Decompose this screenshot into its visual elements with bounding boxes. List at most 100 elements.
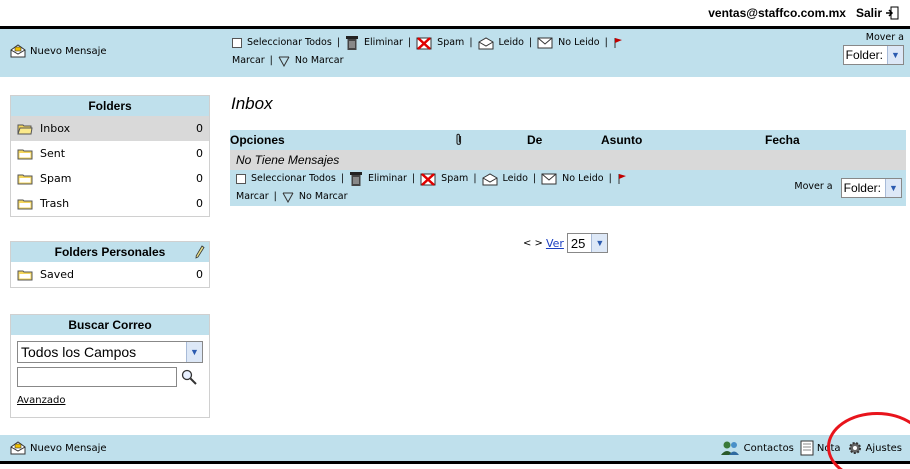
contacts-icon	[720, 441, 739, 455]
select-all-label[interactable]: Seleccionar Todos	[247, 34, 332, 52]
select-all-checkbox[interactable]	[232, 38, 242, 48]
mark-button[interactable]: Marcar	[236, 188, 269, 206]
unread-envelope-icon[interactable]	[541, 173, 557, 185]
view-link[interactable]: Ver	[546, 237, 564, 250]
spam-button[interactable]: Spam	[441, 170, 468, 188]
trash-icon[interactable]	[345, 35, 359, 51]
folder-count: 0	[196, 122, 203, 135]
search-icon[interactable]	[181, 369, 197, 385]
folder-count: 0	[196, 147, 203, 160]
select-all-checkbox[interactable]	[236, 174, 246, 184]
column-options: Opciones	[230, 133, 285, 147]
folder-icon	[17, 199, 33, 209]
folder-icon	[17, 174, 33, 184]
spam-icon[interactable]	[416, 36, 432, 51]
pencil-icon[interactable]	[195, 245, 205, 259]
delete-button[interactable]: Eliminar	[368, 170, 407, 188]
attachment-icon[interactable]	[455, 133, 463, 147]
folders-title: Folders	[11, 96, 209, 116]
bottom-toolbar: Nuevo Mensaje Contactos Nota Ajustes	[0, 435, 910, 461]
move-to-label: Mover a	[794, 181, 833, 192]
search-panel: Buscar Correo Todos los Campos ▼ Avanzad…	[10, 314, 210, 418]
folder-name: Trash	[40, 197, 70, 210]
personal-folders-header: Folders Personales	[11, 242, 209, 262]
personal-folders-title: Folders Personales	[54, 245, 166, 259]
read-button[interactable]: Leido	[503, 170, 528, 188]
column-subject[interactable]: Asunto	[601, 133, 642, 147]
separator: |	[469, 37, 473, 48]
separator: |	[340, 173, 345, 184]
flag-icon[interactable]	[613, 37, 623, 49]
pagination: < > Ver 25 ▼	[523, 233, 609, 253]
read-button[interactable]: Leido	[499, 34, 524, 52]
folder-count: 0	[196, 172, 203, 185]
unmark-button[interactable]: No Marcar	[299, 188, 348, 206]
new-message-label: Nuevo Mensaje	[30, 45, 107, 57]
logout-link[interactable]: Salir	[856, 6, 900, 20]
message-actions: Seleccionar Todos | Eliminar | Spam | Le…	[232, 34, 623, 70]
unflag-icon[interactable]	[282, 192, 294, 203]
per-page-value: 25	[570, 235, 586, 251]
new-message-label: Nuevo Mensaje	[30, 442, 107, 454]
separator: |	[336, 37, 341, 48]
search-input[interactable]	[17, 367, 177, 387]
separator: |	[532, 173, 537, 184]
per-page-select[interactable]: 25 ▼	[566, 233, 609, 253]
bottom-message-actions: Seleccionar Todos | Eliminar | Spam | Le…	[230, 170, 906, 206]
folder-name: Spam	[40, 172, 72, 185]
folder-item-sent[interactable]: Sent 0	[11, 141, 209, 166]
top-toolbar: Nuevo Mensaje Seleccionar Todos | Elimin…	[0, 29, 910, 77]
contacts-label: Contactos	[743, 442, 794, 454]
separator: |	[411, 173, 416, 184]
folder-icon	[17, 270, 33, 280]
compose-icon	[10, 441, 26, 455]
folder-select-value: Folder:	[845, 48, 883, 62]
folder-select-value: Folder:	[843, 181, 881, 195]
spam-icon[interactable]	[420, 172, 436, 187]
folder-name: Inbox	[40, 122, 71, 135]
column-date[interactable]: Fecha	[765, 133, 800, 147]
new-message-button-bottom[interactable]: Nuevo Mensaje	[10, 441, 107, 455]
folder-count: 0	[196, 268, 203, 281]
read-envelope-icon[interactable]	[482, 172, 498, 186]
advanced-search-link[interactable]: Avanzado	[17, 395, 203, 406]
user-email: ventas@staffco.com.mx	[708, 6, 846, 20]
separator: |	[528, 37, 533, 48]
folder-item-spam[interactable]: Spam 0	[11, 166, 209, 191]
user-header: ventas@staffco.com.mx Salir	[708, 6, 900, 20]
unflag-icon[interactable]	[278, 56, 290, 67]
unmark-button[interactable]: No Marcar	[295, 52, 344, 70]
delete-button[interactable]: Eliminar	[364, 34, 403, 52]
select-all-label[interactable]: Seleccionar Todos	[251, 170, 336, 188]
chevron-down-icon: ▼	[887, 46, 903, 64]
message-table: Opciones De Asunto Fecha No Tiene Mensaj…	[230, 130, 906, 206]
table-header: Opciones De Asunto Fecha	[230, 130, 906, 150]
folder-select[interactable]: Folder: ▼	[842, 45, 904, 65]
page-title: Inbox	[231, 94, 273, 113]
page-nav-arrows[interactable]: < >	[523, 238, 543, 249]
flag-icon[interactable]	[617, 173, 627, 185]
open-folder-icon	[17, 124, 33, 134]
folder-item-inbox[interactable]: Inbox 0	[11, 116, 209, 141]
search-field-select[interactable]: Todos los Campos ▼	[17, 341, 203, 363]
unread-button[interactable]: No Leido	[562, 170, 603, 188]
folder-select[interactable]: Folder: ▼	[840, 178, 902, 198]
separator: |	[407, 37, 412, 48]
read-envelope-icon[interactable]	[478, 36, 494, 50]
note-icon	[800, 440, 814, 456]
folder-icon	[17, 149, 33, 159]
contacts-button[interactable]: Contactos	[719, 440, 794, 456]
search-title: Buscar Correo	[11, 315, 209, 335]
unread-envelope-icon[interactable]	[537, 37, 553, 49]
new-message-button[interactable]: Nuevo Mensaje	[10, 44, 107, 58]
folder-name: Sent	[40, 147, 66, 160]
mark-button[interactable]: Marcar	[232, 52, 265, 70]
folder-item-saved[interactable]: Saved 0	[11, 262, 209, 287]
column-from[interactable]: De	[527, 133, 542, 147]
folder-item-trash[interactable]: Trash 0	[11, 191, 209, 216]
trash-icon[interactable]	[349, 171, 363, 187]
unread-button[interactable]: No Leido	[558, 34, 599, 52]
folders-panel: Folders Inbox 0 Sent 0 Spam 0 Trash 0	[10, 95, 210, 217]
spam-button[interactable]: Spam	[437, 34, 464, 52]
separator: |	[269, 55, 273, 66]
